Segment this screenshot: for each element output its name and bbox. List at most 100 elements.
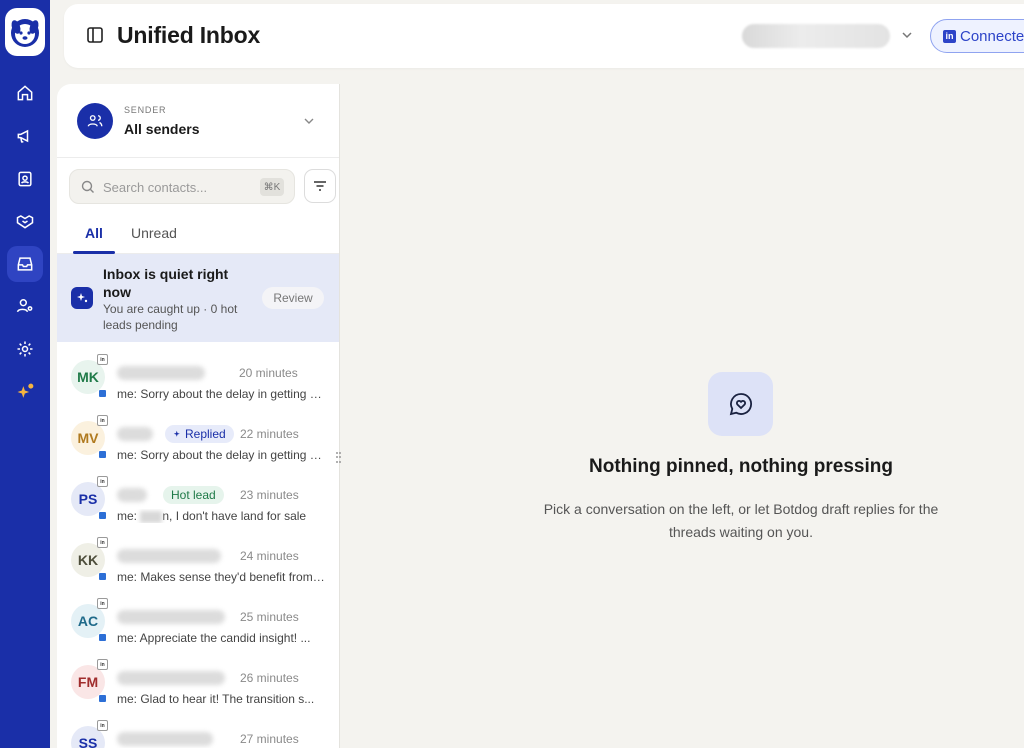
timestamp: 25 minutes — [240, 610, 299, 624]
unread-dot — [99, 573, 106, 580]
redacted-text — [140, 510, 163, 523]
nav-contacts[interactable] — [7, 161, 43, 197]
contact-name-redacted — [117, 427, 153, 441]
handshake-icon — [16, 215, 34, 229]
nav-campaigns[interactable] — [7, 118, 43, 154]
filter-button[interactable] — [304, 169, 336, 203]
linkedin-icon: in — [97, 598, 108, 609]
nav-settings[interactable] — [7, 331, 43, 367]
conversation-row[interactable]: MK in 20 minutes me: Sorry about the del… — [57, 346, 339, 407]
preview-text: n, I don't have land for sale — [162, 509, 307, 523]
linkedin-icon: in — [97, 537, 108, 548]
linkedin-icon: in — [943, 29, 956, 43]
avatar: AC — [71, 604, 105, 638]
chevron-down-icon — [304, 118, 314, 124]
replied-label: Replied — [185, 427, 226, 441]
panel-divider — [339, 84, 340, 748]
message-preview: me: Sorry about the delay in getting bac… — [117, 387, 325, 401]
linkedin-icon: in — [97, 354, 108, 365]
review-button[interactable]: Review — [262, 287, 324, 309]
empty-state-body: Pick a conversation on the left, or let … — [543, 501, 939, 540]
contact-name-redacted — [117, 732, 213, 746]
avatar: MK — [71, 360, 105, 394]
tab-all[interactable]: All — [85, 225, 103, 241]
chat-heart-icon — [729, 393, 752, 416]
nav-team[interactable] — [7, 288, 43, 324]
contact-name-redacted — [117, 366, 205, 380]
sparkle-icon — [77, 293, 88, 303]
connect-label: Connecte — [960, 27, 1024, 45]
unread-dot — [99, 634, 106, 641]
contact-name-redacted — [117, 549, 221, 563]
timestamp: 26 minutes — [240, 671, 299, 685]
conversation-row[interactable]: FM in 26 minutes me: Glad to hear it! Th… — [57, 651, 339, 712]
account-selector[interactable] — [742, 24, 890, 48]
chevron-down-icon[interactable] — [900, 28, 914, 42]
sender-label: SENDER — [124, 105, 167, 115]
replied-badge: Replied — [165, 425, 234, 443]
nav-rail — [0, 0, 50, 748]
search-input[interactable] — [103, 177, 253, 197]
timestamp: 27 minutes — [240, 732, 299, 746]
nav-ai-assistant[interactable] — [7, 374, 43, 410]
empty-state-icon — [708, 372, 773, 436]
sidebar-toggle-icon[interactable] — [86, 26, 104, 44]
hot-lead-badge: Hot lead — [163, 486, 224, 504]
search-icon — [81, 180, 94, 193]
unread-dot — [99, 695, 106, 702]
avatar: KK — [71, 543, 105, 577]
unread-dot — [99, 390, 106, 397]
filter-icon — [314, 181, 326, 191]
page-title: Unified Inbox — [117, 22, 261, 48]
resize-handle[interactable] — [335, 451, 344, 465]
linkedin-icon: in — [97, 659, 108, 670]
botdog-logo[interactable] — [5, 8, 45, 56]
contact-name-redacted — [117, 671, 225, 685]
unread-dot — [99, 512, 106, 519]
conversation-row[interactable]: KK in 24 minutes me: Makes sense they'd … — [57, 529, 339, 590]
avatar: MV — [71, 421, 105, 455]
tab-unread[interactable]: Unread — [131, 225, 177, 241]
users-icon — [87, 115, 103, 127]
avatar: FM — [71, 665, 105, 699]
message-preview: me: Appreciate the candid insight! ... — [117, 631, 311, 645]
linkedin-icon: in — [97, 415, 108, 426]
unread-dot — [99, 451, 106, 458]
status-title: Inbox is quiet right now — [103, 266, 229, 300]
conversation-row[interactable]: AC in 25 minutes me: Appreciate the cand… — [57, 590, 339, 651]
linkedin-icon: in — [97, 476, 108, 487]
nav-deals[interactable] — [7, 203, 43, 239]
inbox-status-card[interactable]: Inbox is quiet right now You are caught … — [57, 254, 339, 342]
nav-home[interactable] — [7, 75, 43, 111]
assistant-icon — [71, 287, 93, 309]
search-box: ⌘K — [69, 169, 295, 204]
contacts-icon — [18, 171, 32, 187]
linkedin-connect-button[interactable]: in Connecte — [930, 19, 1024, 53]
timestamp: 20 minutes — [239, 366, 298, 380]
conversation-list-panel: SENDER All senders ⌘K All Unread Inbox i… — [57, 84, 339, 748]
contact-name-redacted — [117, 610, 225, 624]
gear-icon — [17, 341, 33, 357]
contact-name-redacted — [117, 488, 147, 502]
timestamp: 22 minutes — [240, 427, 299, 441]
dog-logo-icon — [11, 19, 39, 47]
empty-state-title: Nothing pinned, nothing pressing — [589, 456, 893, 477]
tab-bar: All Unread — [57, 214, 339, 254]
sender-selector[interactable]: SENDER All senders — [57, 84, 339, 158]
timestamp: 24 minutes — [240, 549, 299, 563]
nav-inbox[interactable] — [7, 246, 43, 282]
sender-value: All senders — [124, 121, 200, 137]
message-preview: me: Makes sense they'd benefit from this — [117, 570, 325, 584]
conversation-row[interactable]: SS in 27 minutes — [57, 712, 339, 748]
conversation-row[interactable]: PS in Hot lead 23 minutes me: n, I don't… — [57, 468, 339, 529]
sparkle-icon — [173, 430, 180, 437]
user-settings-icon — [16, 299, 33, 313]
avatar: PS — [71, 482, 105, 516]
preview-prefix: me: — [117, 509, 138, 523]
inbox-icon — [17, 257, 33, 271]
conversation-row[interactable]: MV in Replied 22 minutes me: Sorry about… — [57, 407, 339, 468]
megaphone-icon — [17, 129, 29, 143]
status-subtitle: You are caught up · 0 hot leads pending — [103, 302, 238, 332]
linkedin-icon: in — [97, 720, 108, 731]
sender-avatar — [77, 103, 113, 139]
